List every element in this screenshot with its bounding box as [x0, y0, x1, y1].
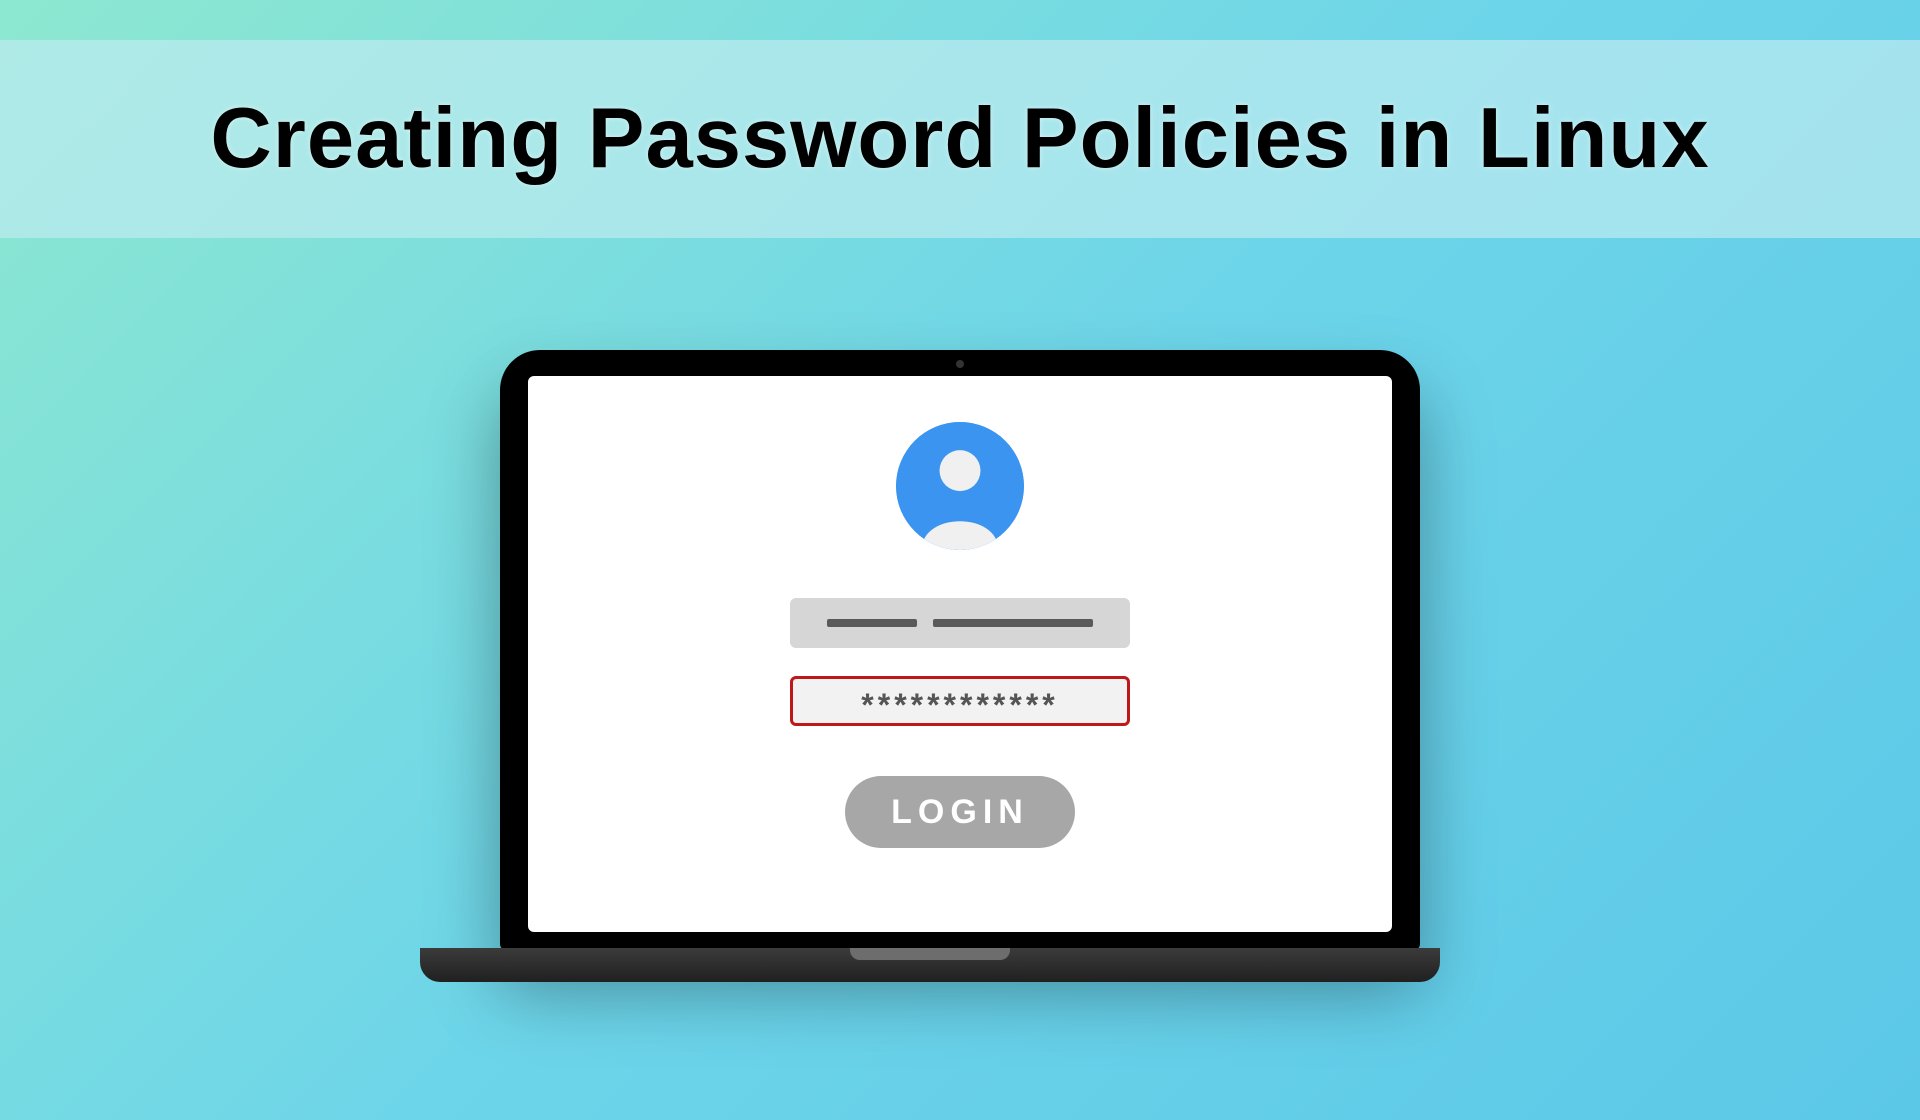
password-field[interactable]: ************: [790, 676, 1130, 726]
username-placeholder-bar: [933, 619, 1093, 627]
username-field[interactable]: [790, 598, 1130, 648]
laptop-base: [420, 948, 1440, 982]
camera-dot: [956, 360, 964, 368]
login-button[interactable]: LOGIN: [845, 776, 1075, 848]
laptop-body: ************ LOGIN: [500, 350, 1420, 950]
title-bar: Creating Password Policies in Linux: [0, 40, 1920, 238]
laptop-notch: [850, 948, 1010, 960]
user-avatar-icon: [896, 422, 1024, 550]
page-title: Creating Password Policies in Linux: [0, 90, 1920, 188]
login-button-label: LOGIN: [891, 793, 1029, 832]
password-mask: ************: [861, 689, 1058, 721]
username-placeholder-bar: [827, 619, 917, 627]
laptop-illustration: ************ LOGIN: [480, 350, 1440, 982]
login-screen: ************ LOGIN: [528, 376, 1392, 932]
